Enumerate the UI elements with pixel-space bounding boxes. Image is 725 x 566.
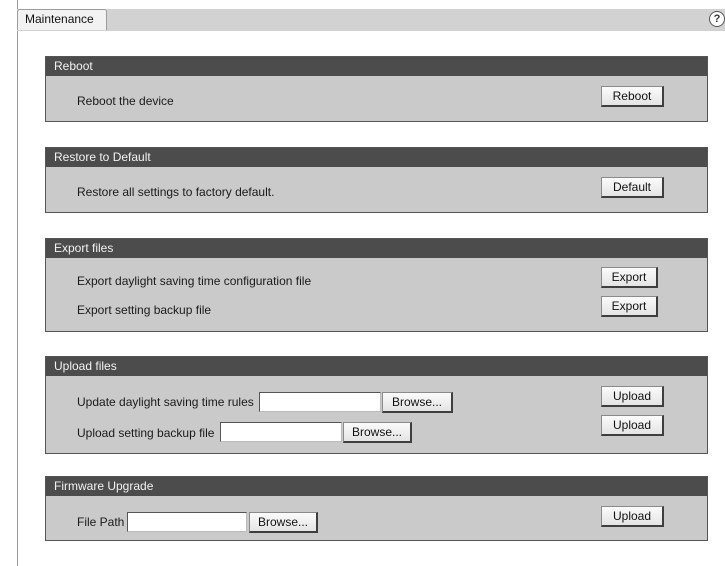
- reboot-button[interactable]: Reboot: [601, 86, 664, 107]
- firmware-upload-button[interactable]: Upload: [601, 506, 664, 527]
- export-dst-label: Export daylight saving time configuratio…: [77, 274, 312, 288]
- upload-header: Upload files: [46, 357, 707, 376]
- reboot-description: Reboot the device: [77, 94, 174, 108]
- upload-backup-browse-button[interactable]: Browse...: [343, 422, 412, 443]
- firmware-header: Firmware Upgrade: [46, 477, 707, 496]
- help-icon[interactable]: ?: [709, 11, 725, 27]
- file-path-label: File Path: [77, 515, 125, 529]
- default-button[interactable]: Default: [601, 177, 664, 198]
- page-title: Maintenance: [25, 12, 94, 26]
- upload-dst-upload-button[interactable]: Upload: [601, 386, 664, 407]
- upload-dst-browse-button[interactable]: Browse...: [382, 392, 453, 413]
- restore-header: Restore to Default: [46, 148, 707, 167]
- title-bar: [17, 9, 725, 31]
- export-dst-button[interactable]: Export: [601, 267, 658, 288]
- restore-description: Restore all settings to factory default.: [77, 185, 275, 199]
- export-backup-button[interactable]: Export: [601, 296, 658, 317]
- reboot-header: Reboot: [46, 57, 707, 76]
- upload-backup-label: Upload setting backup file: [77, 426, 215, 440]
- firmware-browse-button[interactable]: Browse...: [249, 512, 318, 533]
- export-backup-label: Export setting backup file: [77, 303, 212, 317]
- export-header: Export files: [46, 239, 707, 258]
- upload-dst-label: Update daylight saving time rules: [77, 395, 254, 409]
- upload-dst-path-input[interactable]: [259, 392, 381, 412]
- upload-backup-path-input[interactable]: [220, 422, 342, 442]
- firmware-path-input[interactable]: [127, 512, 247, 532]
- upload-backup-upload-button[interactable]: Upload: [601, 415, 664, 436]
